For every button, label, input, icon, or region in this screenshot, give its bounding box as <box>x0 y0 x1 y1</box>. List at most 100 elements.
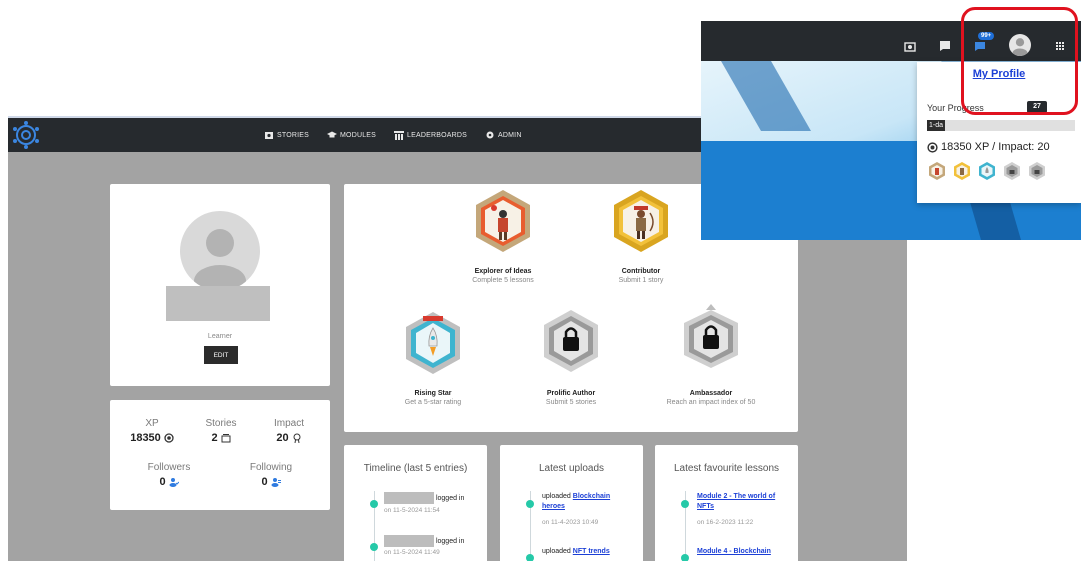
story-icon <box>265 132 273 139</box>
timeline-dot <box>681 500 689 508</box>
nav-admin-label: ADMIN <box>498 131 522 139</box>
progress-bar: 1-da <box>927 120 1075 131</box>
nav-leaderboards-label: LEADERBOARDS <box>407 131 468 139</box>
xp-value-row: 18350 <box>117 432 187 444</box>
feedback-button[interactable] <box>939 39 951 51</box>
nav-stories[interactable]: STORIES <box>264 130 309 140</box>
rising-star-badge-icon <box>406 312 460 374</box>
nav-admin[interactable]: ADMIN <box>485 130 522 140</box>
followers-value: 0 <box>159 476 166 488</box>
favourite-link[interactable]: Module 2 - The world of NFTs <box>697 493 775 510</box>
uploads-title: Latest uploads <box>538 463 605 474</box>
nav-modules-label: MODULES <box>340 131 377 139</box>
achievement-ambassador: Ambassador Reach an impact index of 50 <box>636 388 786 406</box>
timeline-entry: logged in <box>384 535 464 547</box>
mini-badges-row <box>927 161 1047 181</box>
highlight-annotation-box <box>961 7 1078 115</box>
progress-bar-fill: 1-da <box>927 120 945 131</box>
ambassador-locked-badge-icon <box>684 304 738 368</box>
redacted-username <box>384 492 434 504</box>
favourite-entry: Module 2 - The world of NFTs <box>697 492 789 512</box>
stats-card: XP 18350 Stories 2 Impact 20 Followers 0… <box>110 400 330 510</box>
timeline-dot <box>370 543 378 551</box>
achievement-subtitle: Reach an impact index of 50 <box>666 399 756 406</box>
xp-coin-icon <box>164 433 174 443</box>
admin-gear-icon <box>486 131 494 139</box>
uploads-card: Latest uploads uploaded Blockchain heroe… <box>500 445 643 561</box>
timeline-dot <box>526 554 534 561</box>
contributor-badge-icon <box>614 190 668 252</box>
favourite-entry: Module 4 - Blockchain <box>697 547 789 557</box>
achievement-title: Rising Star <box>414 390 452 397</box>
main-nav: STORIES MODULES LEADERBOARDS ADMIN <box>264 118 522 152</box>
profile-role: Learner <box>207 333 233 340</box>
achievement-contributor: Contributor Submit 1 story <box>566 266 716 284</box>
followers-label: Followers <box>147 462 191 473</box>
feedback-icon <box>940 41 950 51</box>
impact-value: 20 <box>276 432 289 444</box>
upload-prefix: uploaded <box>542 493 571 500</box>
ambassador-badge-icon[interactable] <box>1027 161 1047 181</box>
xp-value: 18350 <box>130 432 161 444</box>
rising-star-badge-icon[interactable] <box>977 161 997 181</box>
achievement-title: Prolific Author <box>546 390 596 397</box>
impact-label: Impact <box>273 418 304 429</box>
app-logo-icon[interactable] <box>10 120 42 150</box>
timeline-entry: logged in <box>384 492 464 504</box>
achievement-subtitle: Submit 1 story <box>618 277 664 284</box>
following-label: Following <box>249 462 293 473</box>
leaderboard-icon <box>394 131 405 140</box>
favourite-date: on 16-2-2023 11:22 <box>697 519 754 526</box>
achievement-title: Contributor <box>621 268 661 275</box>
achievement-title: Explorer of Ideas <box>474 268 532 275</box>
nav-leaderboards[interactable]: LEADERBOARDS <box>394 130 467 140</box>
upload-entry: uploaded Blockchain heroes <box>542 492 634 512</box>
impact-medal-icon <box>293 433 301 443</box>
stories-value-row: 2 <box>186 432 256 444</box>
following-value-row[interactable]: 0 <box>236 476 306 488</box>
timeline-action: logged in <box>435 494 465 502</box>
edit-profile-button[interactable]: EDIT <box>204 346 238 364</box>
impact-value-row: 20 <box>254 432 324 444</box>
followers-value-row[interactable]: 0 <box>134 476 204 488</box>
prolific-author-badge-icon[interactable] <box>1002 161 1022 181</box>
contributor-badge-icon[interactable] <box>952 161 972 181</box>
upload-prefix: uploaded <box>542 548 571 555</box>
xp-impact-row: 18350 XP / Impact: 20 <box>927 141 1050 153</box>
xp-label: XP <box>145 418 159 429</box>
nav-stories-label: STORIES <box>277 131 310 139</box>
explorer-badge-icon[interactable] <box>927 161 947 181</box>
timeline-title: Timeline (last 5 entries) <box>363 463 468 474</box>
nav-modules[interactable]: MODULES <box>327 130 376 140</box>
achievement-subtitle: Complete 5 lessons <box>472 277 534 284</box>
timeline-action: logged in <box>435 537 465 545</box>
timeline-card: Timeline (last 5 entries) logged in on 1… <box>344 445 487 561</box>
xp-impact-text: 18350 XP / Impact: 20 <box>941 141 1050 153</box>
achievement-subtitle: Get a 5-star rating <box>404 399 462 406</box>
profile-card: Learner EDIT <box>110 184 330 386</box>
timeline-dot <box>681 554 689 561</box>
profile-avatar <box>180 211 260 291</box>
prolific-author-locked-badge-icon <box>544 310 598 372</box>
upload-entry: uploaded NFT trends <box>542 547 634 557</box>
explorer-badge-icon <box>476 190 530 252</box>
favourite-link[interactable]: Module 4 - Blockchain <box>697 548 771 555</box>
camera-button[interactable] <box>904 39 916 52</box>
achievement-rising-star: Rising Star Get a 5-star rating <box>358 388 508 406</box>
timeline-date: on 11-5-2024 11:49 <box>384 549 440 556</box>
xp-coin-icon <box>927 141 938 153</box>
stories-label: Stories <box>205 418 237 429</box>
timeline-dot <box>370 500 378 508</box>
redacted-username <box>384 535 434 547</box>
timeline-date: on 11-5-2024 11:54 <box>384 507 440 514</box>
graduation-cap-icon <box>327 131 338 138</box>
camera-icon <box>904 42 916 52</box>
favourites-title: Latest favourite lessons <box>673 463 780 474</box>
stories-value: 2 <box>211 432 218 444</box>
followers-icon <box>169 478 179 487</box>
stories-tray-icon <box>221 434 231 443</box>
upload-link[interactable]: NFT trends <box>573 548 610 555</box>
following-icon <box>271 478 281 487</box>
achievement-subtitle: Submit 5 stories <box>545 399 597 406</box>
following-value: 0 <box>261 476 268 488</box>
